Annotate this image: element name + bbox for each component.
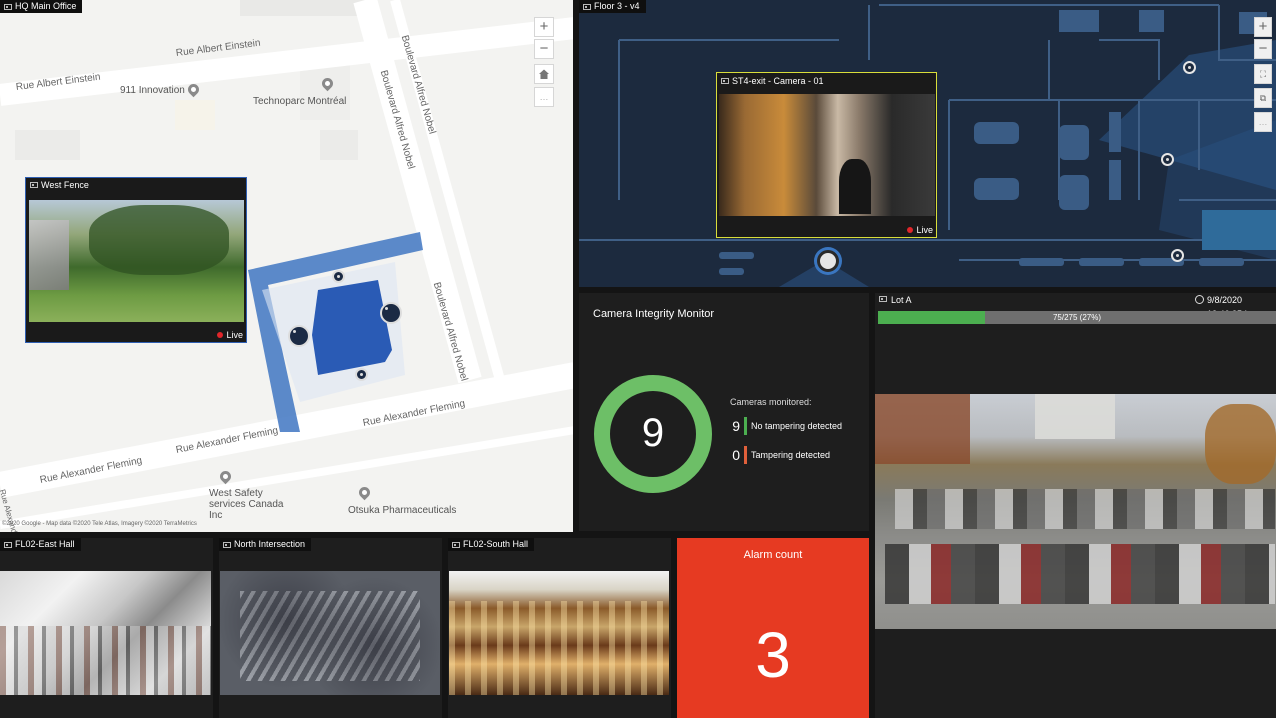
tile-title-bar: Floor 3 - v4: [579, 0, 646, 13]
tile-title-bar: North Intersection: [219, 538, 312, 551]
status-label: Tampering detected: [751, 450, 831, 460]
video-feed[interactable]: [0, 571, 211, 695]
video-feed[interactable]: [29, 200, 244, 322]
home-icon: [539, 69, 549, 79]
alarm-title: Alarm count: [743, 549, 803, 561]
integrity-title: Camera Integrity Monitor: [593, 308, 715, 320]
integrity-tile[interactable]: Camera Integrity Monitor 9 Cameras monit…: [579, 293, 869, 531]
tile-title: Floor 3 - v4: [594, 1, 640, 11]
map-attribution: ©2020 Google - Map data ©2020 Tele Atlas…: [2, 521, 197, 527]
camera-marker-icon[interactable]: [1183, 61, 1196, 74]
live-indicator: Live: [907, 225, 933, 235]
camera-icon: [452, 541, 460, 548]
status-bar-bad: [744, 446, 747, 464]
home-button[interactable]: [534, 64, 554, 84]
popup-title-bar: West Fence: [26, 178, 246, 192]
tile-title: Lot A: [891, 295, 912, 305]
live-label: Live: [916, 225, 933, 235]
alarm-count: 3: [755, 619, 791, 691]
floor-plan-tile[interactable]: Floor 3 - v4 + − ⛶ ⧉ … ST4-exit - Camera…: [579, 0, 1276, 287]
status-count: 9: [732, 418, 740, 434]
camera-tile-south-hall[interactable]: FL02-South Hall: [448, 538, 671, 718]
more-button[interactable]: …: [1254, 112, 1272, 132]
camera-tile-east-hall[interactable]: FL02-East Hall: [0, 538, 213, 718]
live-dot-icon: [217, 332, 224, 338]
lot-tile[interactable]: Lot A 9/8/2020 12:46:35 I 75/275 (27%): [875, 293, 1276, 718]
zoom-in-button[interactable]: +: [534, 17, 554, 37]
camera-marker-icon[interactable]: [288, 325, 310, 347]
popup-title: ST4-exit - Camera - 01: [732, 76, 824, 86]
live-label: Live: [226, 330, 243, 340]
tile-title: FL02-East Hall: [15, 539, 75, 549]
expand-icon: ⛶: [1259, 69, 1267, 79]
floor-icon: [583, 3, 591, 10]
status-row-bad: 0 Tampering detected: [730, 446, 830, 464]
clock-icon: [1195, 295, 1204, 304]
selected-camera-marker-icon[interactable]: [817, 250, 839, 272]
camera-marker-icon[interactable]: [355, 368, 368, 381]
camera-marker-icon[interactable]: [332, 270, 345, 283]
tile-title-bar: FL02-East Hall: [0, 538, 81, 551]
tile-title: HQ Main Office: [15, 1, 77, 11]
video-feed[interactable]: [449, 571, 669, 695]
camera-icon: [721, 78, 729, 84]
popup-title: West Fence: [41, 180, 89, 190]
tile-title-bar: HQ Main Office: [0, 0, 83, 13]
poi-label: Technoparc Montréal: [253, 96, 347, 107]
poi-label: 911 Innovation: [120, 85, 185, 96]
camera-icon: [4, 541, 12, 548]
status-row-ok: 9 No tampering detected: [730, 417, 842, 435]
popup-title-bar: ST4-exit - Camera - 01: [717, 73, 936, 89]
camera-marker-icon[interactable]: [1171, 249, 1184, 262]
camera-popup-st4-exit[interactable]: ST4-exit - Camera - 01 Live: [716, 72, 937, 238]
alarm-count-tile[interactable]: Alarm count 3: [677, 538, 869, 718]
map-icon: [4, 3, 12, 10]
zoom-out-button[interactable]: −: [534, 39, 554, 59]
occupancy-label: 75/275 (27%): [1052, 313, 1102, 322]
camera-tile-north-intersection[interactable]: North Intersection: [219, 538, 442, 718]
camera-icon: [223, 541, 231, 548]
video-feed[interactable]: [875, 394, 1276, 629]
layers-icon: ⧉: [1259, 93, 1267, 103]
layers-button[interactable]: ⧉: [1254, 88, 1272, 108]
camera-marker-icon[interactable]: [1161, 153, 1174, 166]
camera-popup-west-fence[interactable]: West Fence Live: [25, 177, 247, 343]
status-bar-ok: [744, 417, 747, 435]
tile-title: FL02-South Hall: [463, 539, 529, 549]
live-indicator: Live: [217, 330, 243, 340]
live-dot-icon: [907, 227, 914, 233]
video-feed[interactable]: [719, 94, 935, 216]
status-count: 0: [732, 447, 740, 463]
zoom-out-button[interactable]: −: [1254, 39, 1272, 59]
camera-icon: [30, 182, 38, 188]
lot-title-bar: Lot A 9/8/2020 12:46:35 I: [875, 293, 1276, 319]
cameras-monitored-caption: Cameras monitored:: [730, 397, 812, 407]
tile-title-bar: FL02-South Hall: [448, 538, 535, 551]
integrity-total: 9: [641, 411, 665, 455]
occupancy-bar: 75/275 (27%): [878, 311, 1276, 324]
more-button[interactable]: …: [534, 87, 554, 107]
poi-label: West Safety services Canada Inc: [209, 488, 284, 521]
camera-marker-icon[interactable]: [380, 302, 402, 324]
expand-button[interactable]: ⛶: [1254, 64, 1272, 84]
map-tile[interactable]: HQ Main Office Rue Albert Einstein Rue A…: [0, 0, 573, 532]
poi-label: Otsuka Pharmaceuticals: [348, 505, 457, 516]
zoom-in-button[interactable]: +: [1254, 17, 1272, 37]
video-feed[interactable]: [220, 571, 440, 695]
status-label: No tampering detected: [751, 421, 843, 431]
camera-icon: [879, 296, 887, 302]
tile-title: North Intersection: [234, 539, 306, 549]
